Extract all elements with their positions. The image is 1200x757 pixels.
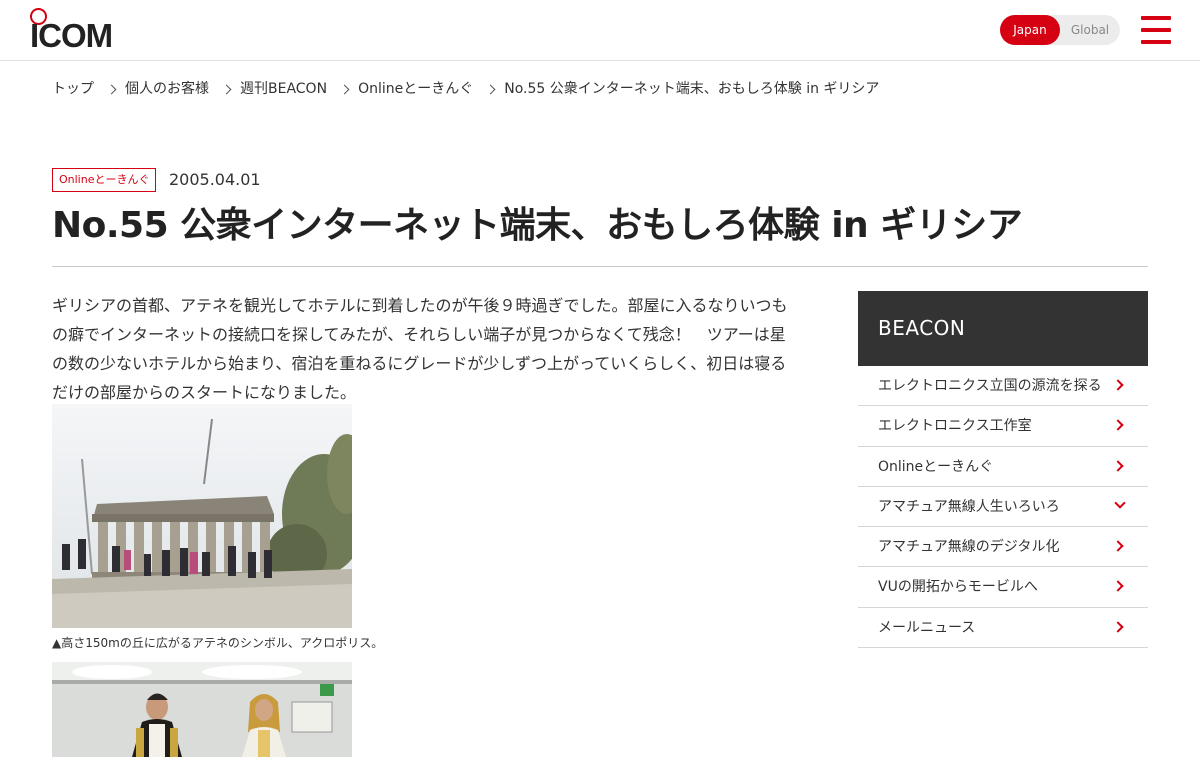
breadcrumb-top[interactable]: トップ [52,78,94,100]
article-body: ギリシアの首都、アテネを観光してホテルに到着したのが午後９時過ぎでした。部屋に入… [52,291,792,407]
photo-caption: ▲高さ150mの丘に広がるアテネのシンボル、アクロポリス。 [52,636,384,650]
region-switch: Japan Global [1000,15,1120,45]
sidebar-item-online-talking[interactable]: Onlineとーきんぐ [858,447,1148,487]
chevron-right-icon [221,84,232,94]
sidebar-item-label: エレクトロニクス工作室 [878,418,1032,435]
breadcrumb-online-talking[interactable]: Onlineとーきんぐ [358,78,473,100]
hamburger-menu-icon[interactable] [1141,16,1171,44]
chevron-right-icon [1112,540,1124,552]
logo-text: ICOM [30,17,113,54]
sidebar-item-label: アマチュア無線のデジタル化 [878,539,1060,556]
chevron-down-icon [1114,497,1126,509]
beacon-sidebar: BEACON エレクトロニクス立国の源流を探る エレクトロニクス工作室 Onli… [858,291,1148,649]
title-divider [52,266,1148,267]
sidebar-item-electronics-origin[interactable]: エレクトロニクス立国の源流を探る [858,366,1148,407]
icom-logo[interactable]: ICOM [30,8,122,54]
post-date: 2005.04.01 [169,170,261,189]
sidebar-item-ham-life[interactable]: アマチュア無線人生いろいろ [858,487,1148,528]
chevron-right-icon [106,84,117,94]
breadcrumb: トップ 個人のお客様 週刊BEACON Onlineとーきんぐ No.55 公衆… [52,78,879,100]
sidebar-item-ham-digital[interactable]: アマチュア無線のデジタル化 [858,527,1148,568]
chevron-right-icon [339,84,350,94]
sidebar-item-vu-mobile[interactable]: VUの開拓からモービルへ [858,567,1148,608]
sidebar-item-electronics-workshop[interactable]: エレクトロニクス工作室 [858,406,1148,447]
page-title: No.55 公衆インターネット端末、おもしろ体験 in ギリシア [52,205,1023,246]
chevron-right-icon [485,84,496,94]
chevron-right-icon [1112,419,1124,431]
chevron-right-icon [1112,379,1124,391]
sidebar-item-mail-news[interactable]: メールニュース [858,608,1148,649]
sidebar-item-label: VUの開拓からモービルへ [878,579,1038,596]
body-line: ギリシアの首都、アテネを観光してホテルに到着したのが午後９時過ぎでした。部屋に入… [52,296,788,315]
body-line: の数の少ないホテルから始まり、宿泊を重ねるにグレードが少しずつ上がっていくらしく… [52,354,787,373]
sidebar-title: BEACON [858,291,1148,366]
body-line: の癖でインターネットの接続口を探してみたが、それらしい端子が見つからなくて残念！… [52,325,786,344]
breadcrumb-beacon[interactable]: 週刊BEACON [240,78,327,100]
acropolis-photo [52,404,352,628]
chevron-right-icon [1112,621,1124,633]
sidebar-item-label: アマチュア無線人生いろいろ [878,498,1060,515]
breadcrumb-personal[interactable]: 個人のお客様 [125,78,209,100]
sidebar-item-label: メールニュース [878,619,976,636]
dancers-photo [52,662,352,757]
category-tag[interactable]: Onlineとーきんぐ [52,168,157,192]
breadcrumb-current: No.55 公衆インターネット端末、おもしろ体験 in ギリシア [504,81,880,97]
site-header: ICOM Japan Global [0,0,1200,61]
region-japan-button[interactable]: Japan [1000,15,1060,45]
region-global-button[interactable]: Global [1060,15,1120,45]
sidebar-item-label: Onlineとーきんぐ [878,458,994,475]
chevron-right-icon [1112,459,1124,472]
body-line: だけの部屋からのスタートになりました。 [52,383,357,402]
chevron-right-icon [1112,580,1124,593]
sidebar-item-label: エレクトロニクス立国の源流を探る [878,378,1102,394]
